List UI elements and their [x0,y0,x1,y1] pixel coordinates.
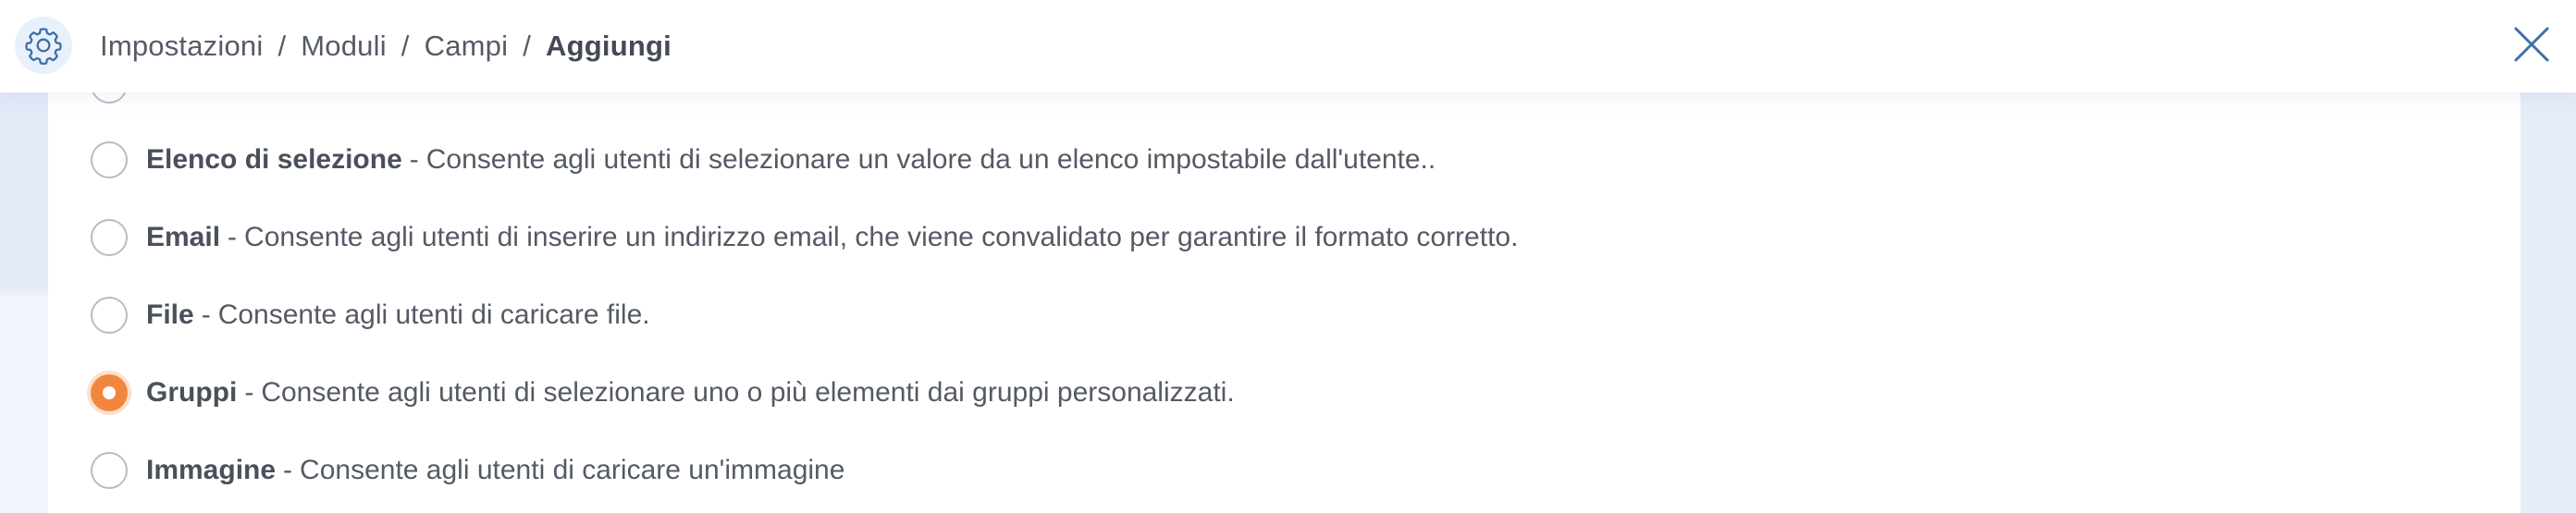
breadcrumb-separator: / [401,30,410,62]
radio-button[interactable] [91,297,128,334]
option-name: File [146,299,194,330]
option-dash: - [409,144,419,175]
option-description: Consente agli utenti di inserire un indi… [244,222,1519,252]
field-type-option-file[interactable]: File - Consente agli utenti di caricare … [91,292,650,338]
breadcrumb-item-impostazioni[interactable]: Impostazioni [100,30,263,63]
option-dash: - [228,222,238,252]
option-name: Elenco di selezione [146,144,402,175]
breadcrumb-separator: / [523,30,532,62]
option-description: Consente agli utenti di selezionare uno … [261,377,1235,408]
breadcrumb: Impostazioni / Moduli / Campi / Aggiungi [100,0,672,92]
gear-icon [25,28,62,66]
radio-button[interactable] [91,141,128,178]
option-description: Consente agli utenti di selezionare un v… [425,144,1436,175]
option-dash: - [283,455,293,485]
radio-button[interactable] [91,374,128,411]
radio-button[interactable] [91,452,128,489]
breadcrumb-item-campi[interactable]: Campi [425,30,509,63]
breadcrumb-current: Aggiungi [546,30,672,62]
option-dash: - [201,299,211,330]
settings-badge [15,17,72,74]
breadcrumb-item-moduli[interactable]: Moduli [301,30,387,63]
close-button[interactable] [2508,20,2556,68]
field-type-option-gruppi[interactable]: Gruppi - Consente agli utenti di selezio… [91,370,1235,416]
field-type-option-immagine[interactable]: Immagine - Consente agli utenti di caric… [91,447,844,494]
field-type-option-email[interactable]: Email - Consente agli utenti di inserire… [91,214,1518,261]
option-description: Consente agli utenti di caricare un'imma… [300,455,845,485]
option-name: Email [146,222,221,252]
radio-button[interactable] [91,219,128,256]
field-type-option-elenco-di-selezione[interactable]: Elenco di selezione - Consente agli uten… [91,137,1436,183]
option-dash: - [244,377,254,408]
option-description: Consente agli utenti di caricare file. [217,299,650,330]
option-name: Immagine [146,455,277,485]
close-icon [2514,27,2549,62]
breadcrumb-separator: / [277,30,287,62]
option-name: Gruppi [146,377,238,408]
page-header: Impostazioni / Moduli / Campi / Aggiungi [0,0,2576,92]
